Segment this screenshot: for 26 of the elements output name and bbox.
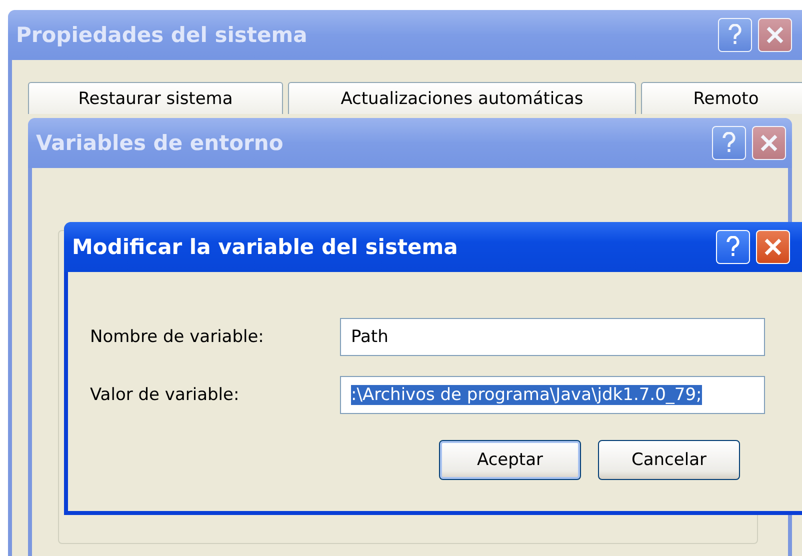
close-button[interactable]: [756, 230, 790, 264]
field-label: Nombre de variable:: [90, 327, 265, 347]
field-value: :\Archivos de programa\Java\jdk1.7.0_79;: [351, 385, 702, 405]
help-icon: [727, 24, 743, 46]
close-icon: [759, 133, 779, 153]
tab[interactable]: Actualizaciones automáticas: [288, 82, 636, 114]
help-button[interactable]: [716, 230, 750, 264]
close-button[interactable]: [758, 18, 792, 52]
tab[interactable]: Restaurar sistema: [28, 82, 283, 114]
dialog-title: Modificar la variable del sistema: [72, 235, 458, 259]
tab[interactable]: Remoto: [641, 82, 802, 114]
close-button[interactable]: [752, 126, 786, 160]
close-icon: [765, 25, 785, 45]
help-button[interactable]: [712, 126, 746, 160]
cancel-button[interactable]: Cancelar: [598, 440, 740, 480]
ok-button[interactable]: Aceptar: [439, 440, 581, 480]
help-icon: [721, 132, 737, 154]
dialog-title: Variables de entorno: [36, 131, 284, 155]
field-value: Path: [351, 327, 388, 347]
field-label: Valor de variable:: [90, 385, 240, 405]
help-button[interactable]: [718, 18, 752, 52]
input-field[interactable]: Path: [340, 318, 765, 356]
close-icon: [763, 237, 783, 257]
input-field[interactable]: :\Archivos de programa\Java\jdk1.7.0_79;: [340, 376, 765, 414]
window-title: Propiedades del sistema: [16, 23, 308, 47]
help-icon: [725, 236, 741, 258]
